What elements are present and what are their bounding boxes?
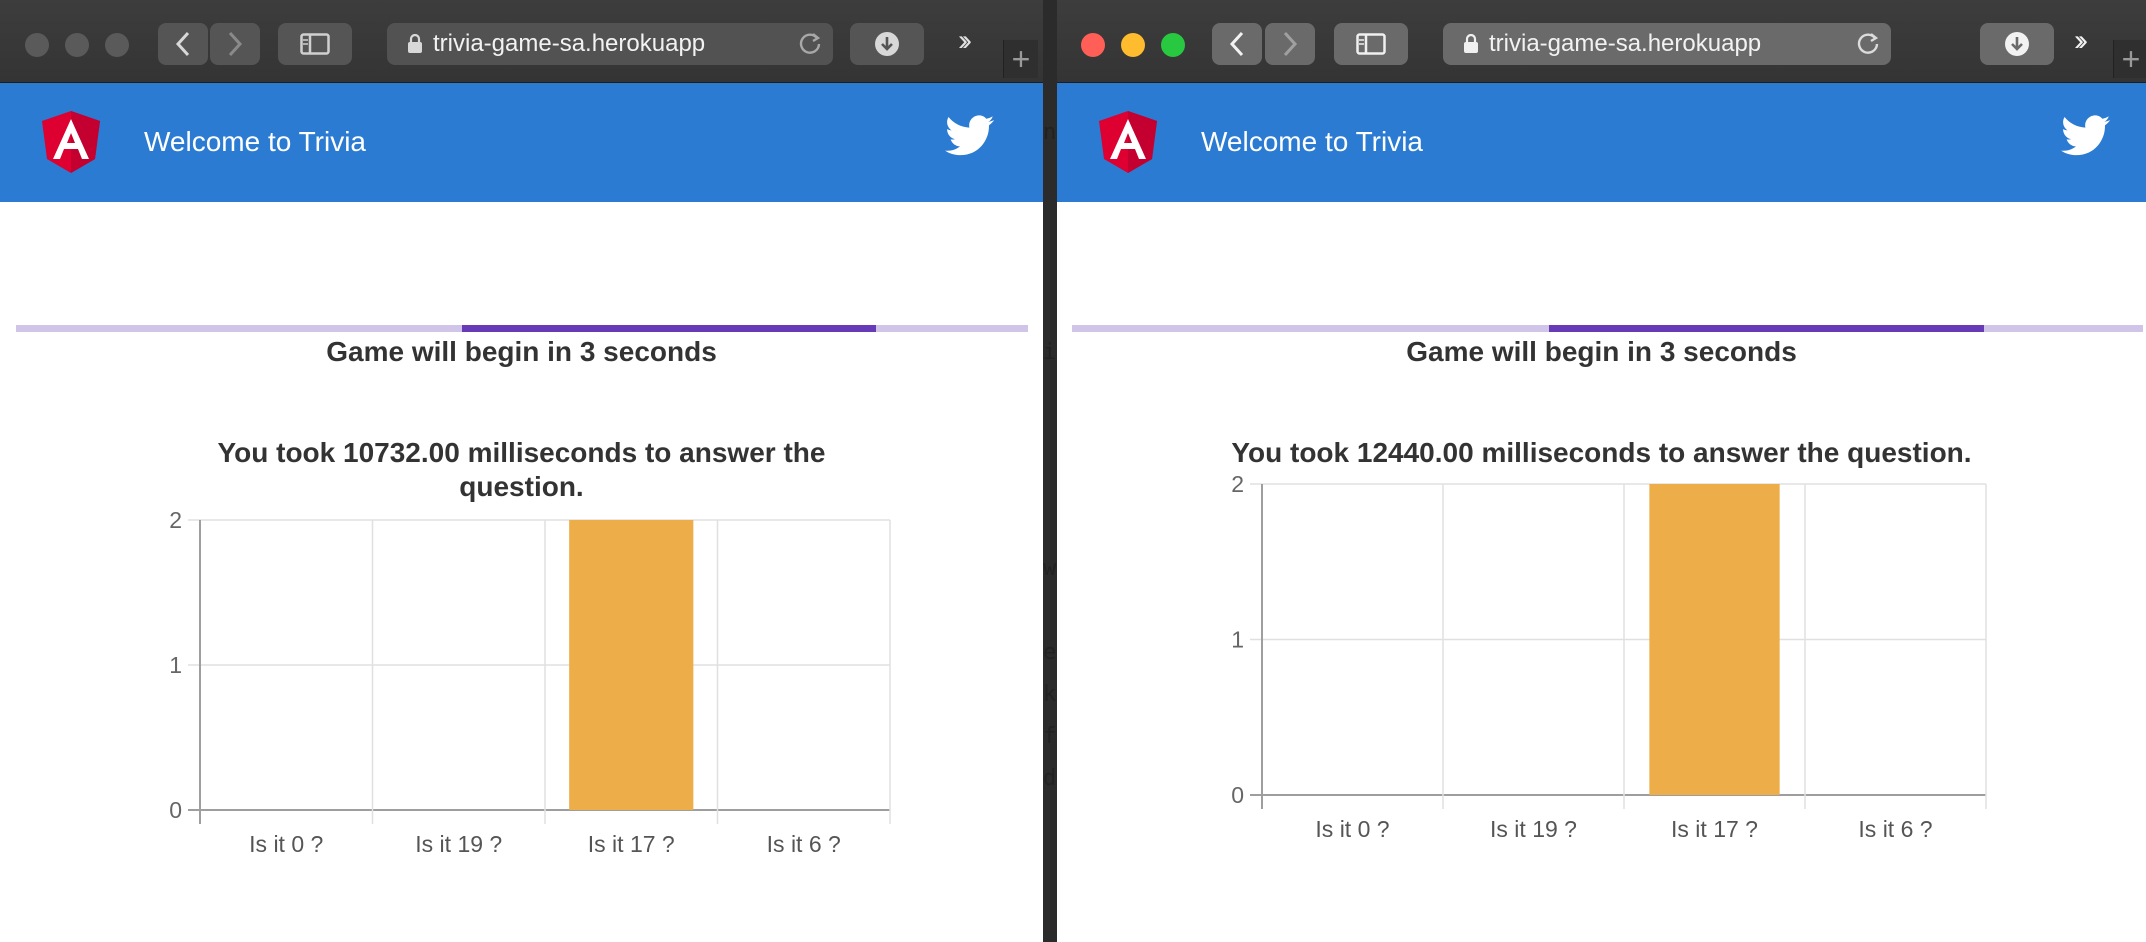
y-tick-label: 2 [169, 507, 182, 533]
angular-logo-icon [40, 109, 102, 180]
x-tick-label: Is it 19 ? [415, 831, 502, 857]
x-tick-label: Is it 0 ? [1315, 816, 1389, 842]
lock-icon [407, 34, 423, 54]
downloads-button[interactable] [1980, 23, 2054, 65]
bar-2 [1649, 484, 1780, 795]
back-icon [1229, 31, 1244, 57]
new-tab-icon[interactable]: + [2113, 40, 2146, 78]
x-tick-label: Is it 0 ? [249, 831, 323, 857]
countdown-text: Game will begin in 3 seconds [326, 336, 717, 367]
response-time-text: You took 12440.00 milliseconds to answer… [1231, 437, 1972, 468]
close-window-button[interactable] [25, 33, 49, 57]
x-tick-label: Is it 17 ? [588, 831, 675, 857]
chart-svg: 0 1 2 Is it 0 ? Is it 19 ? Is it 17 ? Is it 6 … [1231, 471, 1987, 842]
zoom-window-button[interactable] [1161, 33, 1185, 57]
countdown-progress-bar [16, 325, 1028, 332]
x-tick-label: Is it 17 ? [1671, 816, 1758, 842]
y-tick-label: 0 [169, 797, 182, 823]
reload-icon[interactable] [1855, 31, 1881, 64]
reload-icon[interactable] [797, 31, 823, 64]
browser-toolbar: trivia-game-sa.herokuapp ›› + [1057, 0, 2146, 83]
answer-bar-chart: 0 1 2 Is it 0 ? Is it 19 ? Is it 17 ? Is it 6 … [1212, 471, 2062, 862]
response-time-text: You took 10732.00 milliseconds to answer… [217, 437, 826, 502]
sidebar-icon [300, 33, 330, 55]
countdown-text: Game will begin in 3 seconds [1406, 336, 1797, 367]
y-tick-label: 0 [1231, 782, 1244, 808]
forward-icon [228, 31, 243, 57]
downloads-button[interactable] [850, 23, 924, 65]
address-text: trivia-game-sa.herokuapp [433, 30, 706, 57]
app-header: Welcome to Trivia [1057, 83, 2146, 202]
back-button[interactable] [1212, 23, 1262, 65]
twitter-icon[interactable] [945, 115, 995, 162]
back-button[interactable] [158, 23, 208, 65]
close-window-button[interactable] [1081, 33, 1105, 57]
x-tick-label: Is it 19 ? [1490, 816, 1577, 842]
more-icon[interactable]: ›› [2074, 24, 2088, 58]
window-gap: n i w e k f d [1043, 0, 1057, 942]
app-title: Welcome to Trivia [144, 126, 366, 157]
forward-button[interactable] [210, 23, 260, 65]
countdown-progress-fill [462, 325, 876, 332]
lock-icon [1463, 34, 1479, 54]
countdown-progress-fill [1549, 325, 1984, 332]
minimize-window-button[interactable] [65, 33, 89, 57]
browser-window-right: trivia-game-sa.herokuapp ›› + Welcome to… [1057, 0, 2146, 942]
chart-svg: 0 1 2 Is it 0 ? Is it 19 ? Is it 17 ? Is it 6 … [169, 507, 891, 857]
download-icon [875, 32, 899, 56]
forward-button[interactable] [1265, 23, 1315, 65]
forward-icon [1283, 31, 1298, 57]
more-icon[interactable]: ›› [958, 24, 972, 58]
app-header: Welcome to Trivia [0, 83, 1043, 202]
y-tick-label: 1 [169, 652, 182, 678]
y-tick-label: 2 [1231, 471, 1244, 497]
back-icon [175, 31, 190, 57]
twitter-icon[interactable] [2061, 115, 2111, 162]
angular-logo-icon [1097, 109, 1159, 180]
bar-2 [569, 520, 694, 810]
download-icon [2005, 32, 2029, 56]
x-tick-label: Is it 6 ? [767, 831, 841, 857]
address-text: trivia-game-sa.herokuapp [1489, 30, 1762, 57]
zoom-window-button[interactable] [105, 33, 129, 57]
minimize-window-button[interactable] [1121, 33, 1145, 57]
answer-bar-chart: 0 1 2 Is it 0 ? Is it 19 ? Is it 17 ? Is it 6 … [150, 505, 891, 865]
browser-window-left: trivia-game-sa.herokuapp ›› + Welcome to… [0, 0, 1043, 942]
sidebar-button[interactable] [278, 23, 352, 65]
new-tab-icon[interactable]: + [1003, 40, 1038, 78]
y-tick-label: 1 [1231, 627, 1244, 653]
sidebar-button[interactable] [1334, 23, 1408, 65]
countdown-progress-bar [1072, 325, 2143, 332]
sidebar-icon [1356, 33, 1386, 55]
app-title: Welcome to Trivia [1201, 126, 1423, 157]
x-tick-label: Is it 6 ? [1858, 816, 1932, 842]
browser-toolbar: trivia-game-sa.herokuapp ›› + [0, 0, 1043, 83]
address-bar[interactable]: trivia-game-sa.herokuapp [1443, 23, 1891, 65]
address-bar[interactable]: trivia-game-sa.herokuapp [387, 23, 833, 65]
